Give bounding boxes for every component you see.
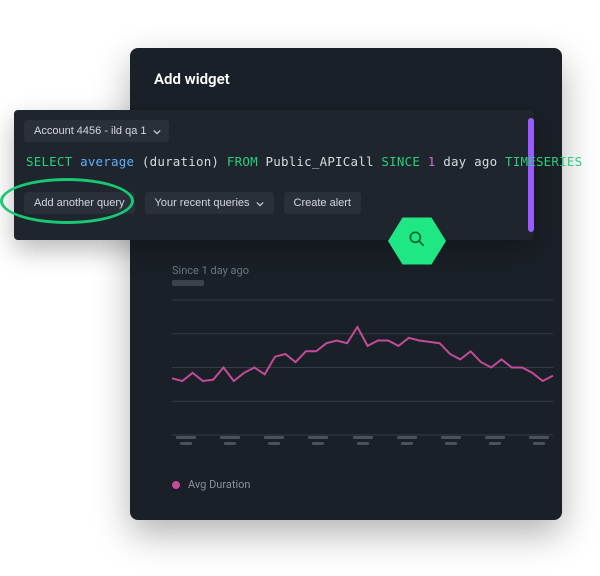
chevron-down-icon xyxy=(153,127,161,135)
query-code[interactable]: SELECT average (duration) FROM Public_AP… xyxy=(26,154,582,169)
chart-legend: Avg Duration xyxy=(172,478,250,491)
add-another-query-label: Add another query xyxy=(34,197,125,209)
chart-title: Since 1 day ago xyxy=(172,264,249,277)
query-token: average xyxy=(80,154,142,169)
x-tick xyxy=(441,436,461,450)
chart-series-line xyxy=(172,327,553,381)
query-token: TIMESERIES xyxy=(505,154,582,169)
x-tick xyxy=(176,436,196,450)
x-tick xyxy=(397,436,417,450)
x-tick xyxy=(220,436,240,450)
recent-queries-button[interactable]: Your recent queries xyxy=(145,192,274,214)
x-tick xyxy=(308,436,328,450)
legend-dot xyxy=(172,481,180,489)
query-token: Public_APICall xyxy=(266,154,382,169)
query-token: SINCE xyxy=(381,154,427,169)
query-token: SELECT xyxy=(26,154,80,169)
chart-x-ticks xyxy=(170,436,555,450)
query-token: (duration) xyxy=(142,154,227,169)
x-tick xyxy=(353,436,373,450)
query-editor-card: Account 4456 - ild qa 1 SELECT average (… xyxy=(14,110,534,240)
page-title: Add widget xyxy=(154,70,230,88)
account-selector[interactable]: Account 4456 - ild qa 1 xyxy=(24,120,169,142)
editor-toolbar: Add another query Your recent queries Cr… xyxy=(24,192,361,214)
legend-label: Avg Duration xyxy=(188,478,250,491)
x-tick xyxy=(529,436,549,450)
x-tick xyxy=(264,436,284,450)
query-token: 1 xyxy=(428,154,443,169)
query-token: FROM xyxy=(227,154,266,169)
query-token: day ago xyxy=(443,154,505,169)
search-icon xyxy=(407,229,427,253)
create-alert-button[interactable]: Create alert xyxy=(284,192,361,214)
x-tick xyxy=(485,436,505,450)
create-alert-label: Create alert xyxy=(294,197,351,209)
chart-area: Since 1 day ago Avg Duration xyxy=(170,276,555,496)
add-another-query-button[interactable]: Add another query xyxy=(24,192,135,214)
chart-subtitle-redacted xyxy=(172,280,204,286)
recent-queries-label: Your recent queries xyxy=(155,197,250,209)
editor-accent-bar xyxy=(528,118,534,232)
account-selector-label: Account 4456 - ild qa 1 xyxy=(34,125,147,137)
chart-svg xyxy=(170,290,555,445)
chevron-down-icon xyxy=(256,199,264,207)
